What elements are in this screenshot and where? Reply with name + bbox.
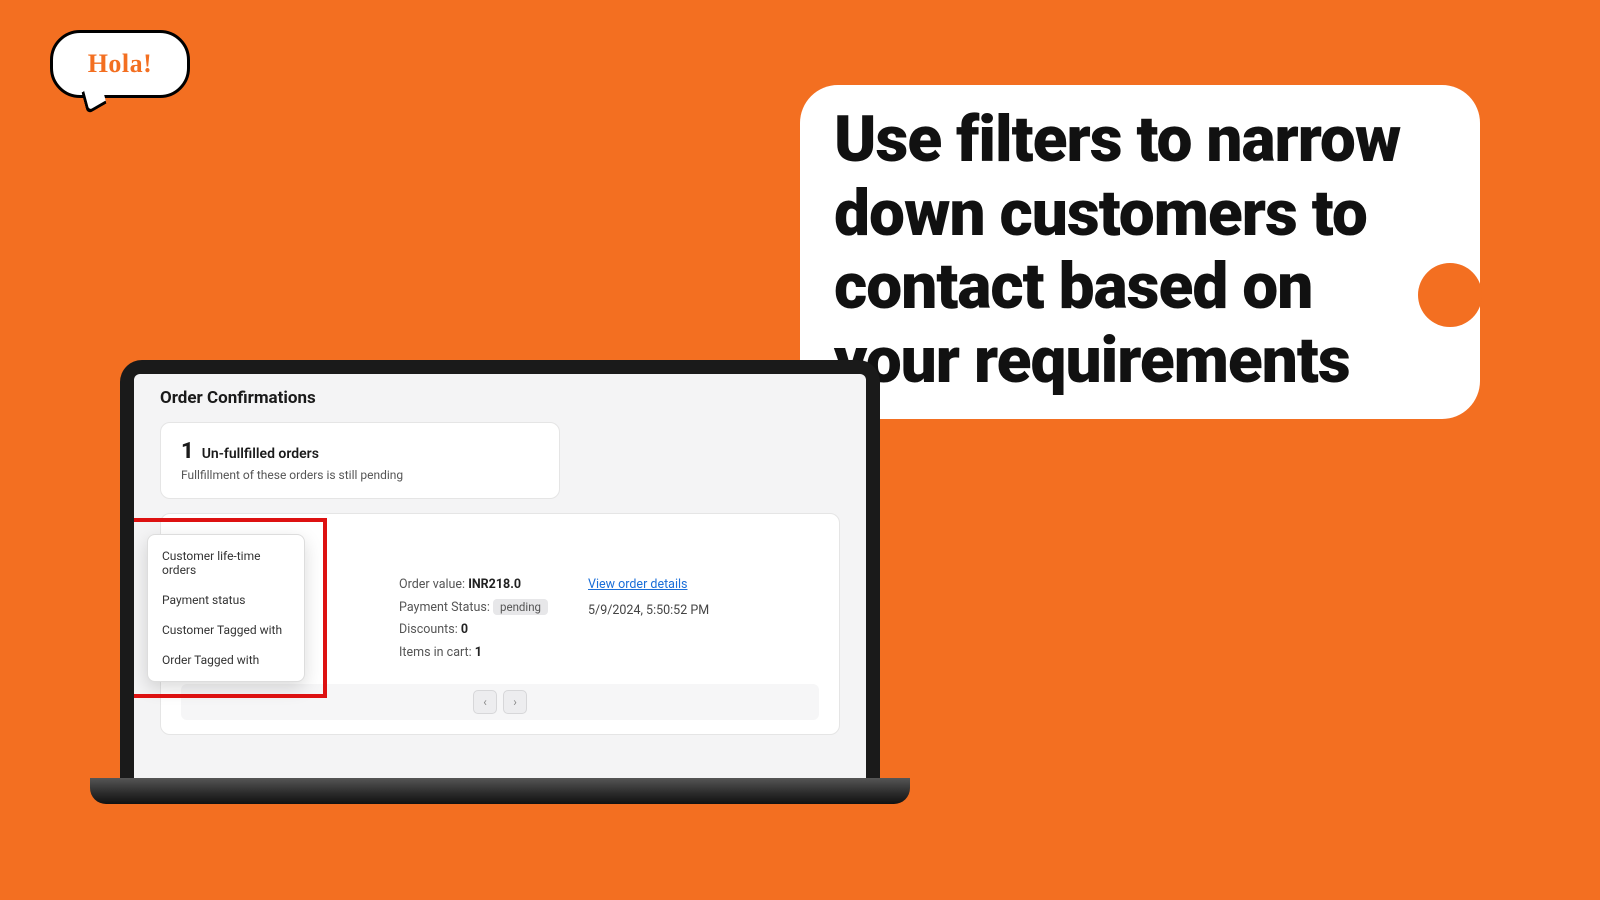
headline-text: Use filters to narrow down customers to … — [834, 102, 1400, 398]
payment-status-badge: pending — [493, 599, 548, 615]
order-timestamp: 5/9/2024, 5:50:52 PM — [588, 600, 709, 623]
items-value: 1 — [475, 645, 482, 660]
discounts-label: Discounts: — [399, 622, 458, 637]
view-order-details-link[interactable]: View order details — [588, 577, 687, 592]
order-value: INR218.0 — [468, 577, 521, 592]
summary-card: 1 Un-fullfilled orders Fullfillment of t… — [160, 422, 560, 499]
order-meta-col: View order details 5/9/2024, 5:50:52 PM — [588, 574, 709, 664]
filter-option-payment-status[interactable]: Payment status — [148, 585, 304, 615]
filter-dropdown[interactable]: Customer life-time orders Payment status… — [147, 534, 305, 682]
summary-count-line: 1 Un-fullfilled orders — [181, 439, 539, 464]
laptop-mock: Order Confirmations 1 Un-fullfilled orde… — [120, 360, 880, 790]
hola-speech-bubble: Hola! — [50, 30, 190, 115]
orders-card: Add filter + Customer life-time orders P… — [160, 513, 840, 735]
filter-option-lifetime-orders[interactable]: Customer life-time orders — [148, 541, 304, 585]
headline-notch — [1418, 263, 1482, 327]
order-details-col: Order value: INR218.0 Payment Status: pe… — [399, 574, 548, 664]
laptop-bezel: Order Confirmations 1 Un-fullfilled orde… — [120, 360, 880, 790]
pager-prev-button[interactable]: ‹ — [473, 690, 497, 714]
order-row: Order value: INR218.0 Payment Status: pe… — [399, 574, 819, 664]
page-title: Order Confirmations — [160, 388, 840, 408]
app-screen: Order Confirmations 1 Un-fullfilled orde… — [134, 374, 866, 790]
summary-count: 1 — [181, 439, 194, 464]
speech-bubble-text: Hola! — [88, 49, 153, 79]
filter-option-order-tagged[interactable]: Order Tagged with — [148, 645, 304, 675]
pager: ‹ › — [181, 684, 819, 720]
laptop-base — [90, 778, 910, 804]
discounts-value: 0 — [461, 622, 468, 637]
payment-status-label: Payment Status: — [399, 600, 490, 615]
chevron-right-icon: › — [513, 695, 517, 709]
summary-label: Un-fullfilled orders — [202, 446, 319, 462]
headline-card: Use filters to narrow down customers to … — [800, 85, 1480, 419]
filter-option-customer-tagged[interactable]: Customer Tagged with — [148, 615, 304, 645]
pager-next-button[interactable]: › — [503, 690, 527, 714]
chevron-left-icon: ‹ — [483, 695, 487, 709]
items-label: Items in cart: — [399, 645, 472, 660]
summary-subtext: Fullfillment of these orders is still pe… — [181, 468, 539, 482]
order-value-label: Order value: — [399, 577, 465, 592]
speech-bubble-tail — [82, 82, 107, 115]
speech-bubble-body: Hola! — [50, 30, 190, 98]
